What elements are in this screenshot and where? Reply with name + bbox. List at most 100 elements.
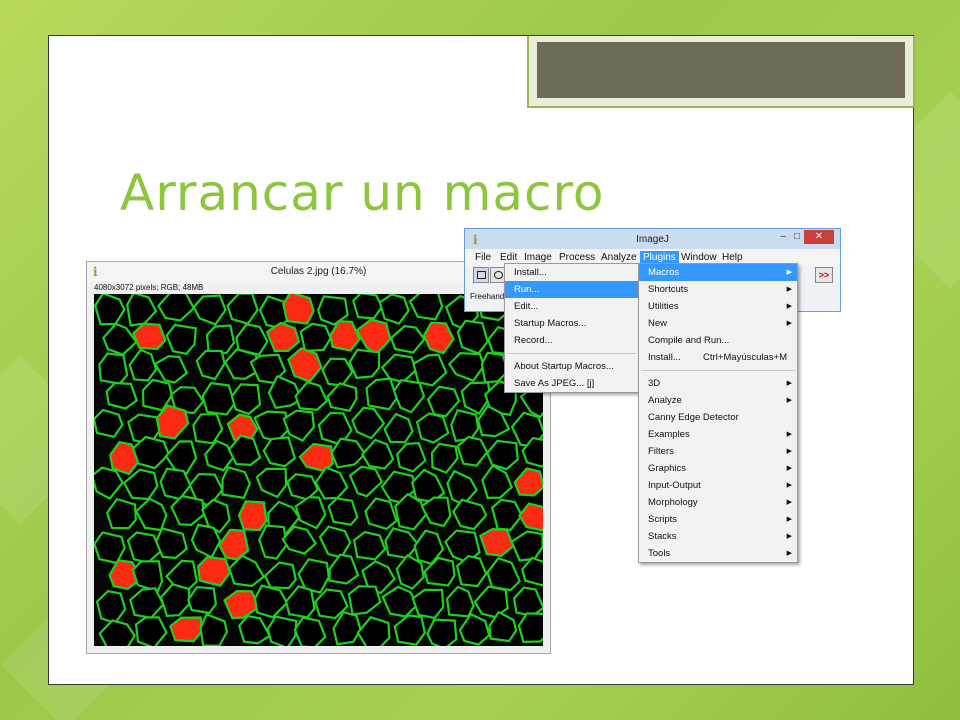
cell <box>155 527 189 560</box>
marked-cell <box>513 467 543 497</box>
plugins-menu-item[interactable]: Examples ▶ <box>639 426 797 443</box>
cell <box>205 324 236 355</box>
plugins-menu-item[interactable]: Scripts ▶ <box>639 511 797 528</box>
menu-item-label: Startup Macros... <box>514 318 587 329</box>
plugins-menu-item[interactable]: Canny Edge Detector <box>639 409 797 426</box>
image-info-text: 4080x3072 pixels; RGB; 48MB <box>94 283 204 292</box>
macros-menu-item[interactable]: Install... <box>505 264 638 281</box>
cell <box>102 322 138 356</box>
menu-item-label: Scripts <box>648 514 678 525</box>
submenu-arrow-icon: ▶ <box>786 482 792 489</box>
plugins-menu-item[interactable]: Input-Output ▶ <box>639 477 797 494</box>
marked-cell <box>355 318 392 356</box>
marked-cell <box>287 347 323 383</box>
cell <box>352 530 387 561</box>
cell <box>294 495 327 530</box>
menu-item-label: Analyze <box>648 395 682 406</box>
cell <box>456 435 489 467</box>
cell <box>485 439 519 471</box>
cell <box>126 531 162 564</box>
cell <box>378 294 410 325</box>
cell <box>134 497 168 532</box>
plugins-menu-item[interactable]: Stacks ▶ <box>639 528 797 545</box>
cell <box>512 586 543 617</box>
menu-item-label: Stacks <box>648 531 677 542</box>
cell <box>187 585 218 615</box>
plugins-menu-item[interactable]: Morphology ▶ <box>639 494 797 511</box>
menu-item-label: Record... <box>514 335 553 346</box>
cell <box>458 612 491 646</box>
cell <box>456 319 489 355</box>
marked-cell <box>132 322 167 351</box>
menu-item-label: Run... <box>514 284 540 295</box>
minimize-button[interactable]: – <box>780 231 786 242</box>
plugins-menu-item[interactable]: Macros ▶ <box>639 264 797 281</box>
marked-cell <box>223 589 261 620</box>
menu-item-label: Utilities <box>648 301 679 312</box>
plugins-menu-item[interactable]: Compile and Run... <box>639 332 797 349</box>
marked-cell <box>197 555 232 587</box>
submenu-arrow-icon: ▶ <box>786 286 792 293</box>
macros-menu-item[interactable]: Edit... <box>505 298 638 315</box>
cell <box>389 324 426 354</box>
macros-menu-item[interactable]: About Startup Macros... <box>505 358 638 375</box>
macros-menu-item[interactable]: Record... <box>505 332 638 349</box>
cell <box>521 556 543 587</box>
cell <box>195 349 226 381</box>
cell <box>201 381 236 416</box>
macros-menu-item[interactable]: Startup Macros... <box>505 315 638 332</box>
cell <box>267 374 304 410</box>
macros-menu-item[interactable]: Run... <box>505 281 638 298</box>
cell <box>284 585 316 619</box>
marked-cell <box>168 616 204 643</box>
cell <box>490 498 524 531</box>
cell <box>365 377 398 411</box>
imagej-titlebar[interactable]: i ImageJ – □ ✕ <box>465 229 840 249</box>
plugins-menu-item[interactable]: Utilities ▶ <box>639 298 797 315</box>
cell <box>129 587 165 619</box>
plugins-menu-item[interactable]: Tools ▶ <box>639 545 797 562</box>
cell <box>360 438 395 470</box>
plugins-menu-item[interactable]: Graphics ▶ <box>639 460 797 477</box>
menu-item-label: New <box>648 318 668 329</box>
cell <box>237 614 272 645</box>
cell <box>328 553 360 585</box>
cell <box>412 353 448 387</box>
cell <box>381 585 419 618</box>
marked-cell <box>329 320 361 352</box>
rectangle-tool-icon[interactable] <box>473 267 489 283</box>
macros-menu-item[interactable]: Save As JPEG... [j] <box>505 375 638 392</box>
menu-item-label: Morphology <box>648 497 698 508</box>
cell <box>445 585 475 618</box>
cell <box>258 524 289 560</box>
menu-file[interactable]: File <box>472 251 494 264</box>
close-button[interactable]: ✕ <box>804 230 834 244</box>
cell <box>159 583 191 618</box>
marked-cell <box>282 294 315 325</box>
plugins-menu-item[interactable]: Analyze ▶ <box>639 392 797 409</box>
cell <box>411 588 445 620</box>
menu-item-label: Macros <box>648 267 680 278</box>
cell-image-canvas[interactable] <box>94 294 543 646</box>
macros-submenu: Install... Run... Edit... Startup Macros...… <box>504 263 639 393</box>
cell <box>364 497 398 531</box>
maximize-button[interactable]: □ <box>794 231 800 242</box>
plugins-menu-item[interactable]: 3D ▶ <box>639 375 797 392</box>
marked-cell <box>478 527 515 557</box>
cell <box>203 439 235 472</box>
image-window[interactable]: i Celulas 2.jpg (16.7%) 4080x3072 pixels… <box>86 261 551 654</box>
cell <box>351 406 386 440</box>
cell <box>447 351 486 383</box>
overflow-button[interactable]: >> <box>815 267 833 283</box>
plugins-menu-item[interactable]: Shortcuts ▶ <box>639 281 797 298</box>
plugins-menu-item[interactable]: Install... Ctrl+Mayúsculas+M <box>639 349 797 366</box>
cell <box>299 322 332 353</box>
plugins-menu-item[interactable]: Filters ▶ <box>639 443 797 460</box>
plugins-menu-item[interactable]: New ▶ <box>639 315 797 332</box>
menu-item-label: Filters <box>648 446 674 457</box>
cell <box>230 383 262 416</box>
marked-cell <box>217 528 250 561</box>
cell <box>356 616 391 646</box>
cell <box>348 465 384 498</box>
cell <box>327 497 359 526</box>
